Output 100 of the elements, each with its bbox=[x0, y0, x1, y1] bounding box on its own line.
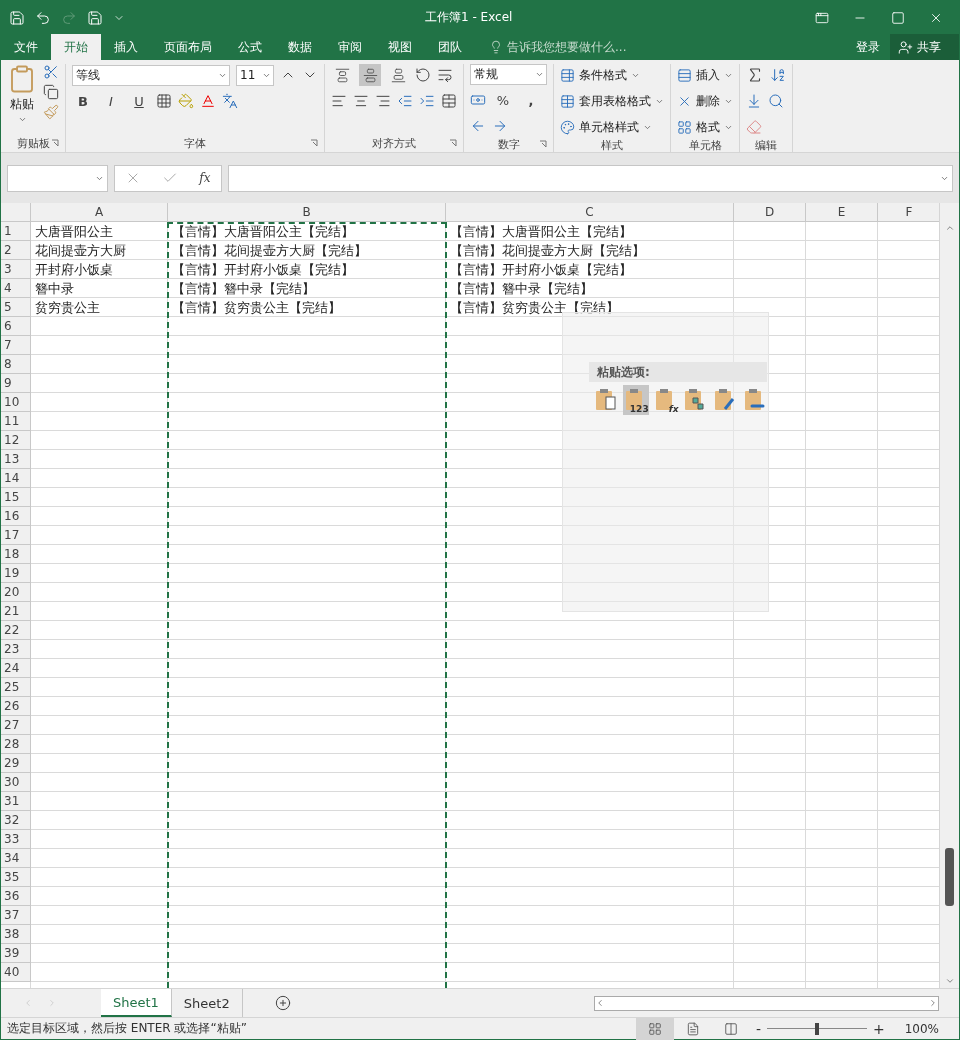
share-button[interactable]: 共享 bbox=[890, 34, 959, 60]
cells-button[interactable]: 格式 bbox=[677, 116, 733, 138]
scroll-thumb[interactable] bbox=[945, 848, 954, 906]
font-color-icon[interactable] bbox=[200, 93, 216, 109]
sort-icon[interactable] bbox=[770, 67, 786, 83]
row-header[interactable]: 5 bbox=[1, 298, 31, 317]
new-sheet-icon[interactable] bbox=[274, 995, 291, 1011]
row-header[interactable]: 10 bbox=[1, 393, 31, 412]
search-icon[interactable] bbox=[768, 93, 784, 109]
undo-icon[interactable] bbox=[35, 9, 51, 26]
row-header[interactable]: 7 bbox=[1, 336, 31, 355]
percent-button[interactable]: % bbox=[492, 89, 514, 111]
increase-decimal-icon[interactable] bbox=[470, 118, 486, 134]
menu-tab[interactable]: 审阅 bbox=[325, 34, 375, 60]
zoom-in-button[interactable]: + bbox=[866, 1020, 891, 1037]
caret-icon[interactable] bbox=[535, 70, 544, 79]
row-header[interactable]: 18 bbox=[1, 545, 31, 564]
decrease-indent-icon[interactable] bbox=[397, 93, 413, 109]
row-header[interactable]: 12 bbox=[1, 431, 31, 450]
row-header[interactable]: 21 bbox=[1, 602, 31, 621]
scissors-icon[interactable] bbox=[43, 64, 59, 80]
paste-option-button[interactable]: 123 bbox=[622, 385, 649, 415]
cells-button[interactable]: 插入 bbox=[677, 64, 733, 86]
menu-tab[interactable]: 团队 bbox=[425, 34, 475, 60]
sheet-tab[interactable]: Sheet1 bbox=[101, 989, 172, 1017]
paste-option-button[interactable]: fx bbox=[652, 385, 679, 415]
horizontal-scrollbar[interactable] bbox=[594, 995, 939, 1011]
currency-icon[interactable] bbox=[470, 92, 486, 108]
column-header[interactable]: D bbox=[734, 203, 806, 222]
merge-icon[interactable] bbox=[441, 93, 457, 109]
menu-tab[interactable]: 视图 bbox=[375, 34, 425, 60]
row-header[interactable]: 36 bbox=[1, 887, 31, 906]
row-header[interactable]: 39 bbox=[1, 944, 31, 963]
row-header[interactable]: 9 bbox=[1, 374, 31, 393]
number-format-field[interactable]: 常规 bbox=[470, 64, 547, 85]
row-header[interactable]: 40 bbox=[1, 963, 31, 982]
row-header[interactable]: 8 bbox=[1, 355, 31, 374]
phonetic-icon[interactable] bbox=[222, 93, 238, 109]
font-size-field[interactable]: 11 bbox=[236, 64, 274, 86]
comma-button[interactable]: , bbox=[520, 89, 542, 111]
menu-tab[interactable]: 开始 bbox=[51, 34, 101, 60]
borders-icon[interactable] bbox=[156, 93, 172, 109]
row-header[interactable]: 27 bbox=[1, 716, 31, 735]
italic-button[interactable]: I bbox=[100, 90, 122, 112]
orientation-icon[interactable] bbox=[415, 67, 431, 83]
vertical-align-button[interactable] bbox=[359, 64, 381, 86]
row-header[interactable]: 6 bbox=[1, 317, 31, 336]
styles-button[interactable]: 套用表格格式 bbox=[560, 90, 664, 112]
row-header[interactable]: 26 bbox=[1, 697, 31, 716]
row-header[interactable]: 4 bbox=[1, 279, 31, 298]
column-header[interactable]: C bbox=[446, 203, 734, 222]
bold-button[interactable]: B bbox=[72, 90, 94, 112]
column-header[interactable]: F bbox=[878, 203, 940, 222]
zoom-out-button[interactable]: - bbox=[749, 1020, 767, 1037]
save-as-icon[interactable] bbox=[87, 9, 103, 26]
dialog-launcher-icon[interactable] bbox=[51, 138, 59, 147]
menu-tab[interactable]: 页面布局 bbox=[151, 34, 225, 60]
cells-button[interactable]: 删除 bbox=[677, 90, 733, 112]
font-name-field[interactable]: 等线 bbox=[72, 64, 230, 86]
row-header[interactable]: 24 bbox=[1, 659, 31, 678]
row-header[interactable]: 32 bbox=[1, 811, 31, 830]
dialog-launcher-icon[interactable] bbox=[310, 138, 318, 147]
row-header[interactable]: 37 bbox=[1, 906, 31, 925]
row-header[interactable]: 14 bbox=[1, 469, 31, 488]
row-header[interactable]: 13 bbox=[1, 450, 31, 469]
menu-tab[interactable]: 公式 bbox=[225, 34, 275, 60]
row-header[interactable]: 17 bbox=[1, 526, 31, 545]
caret-icon[interactable] bbox=[17, 115, 27, 124]
dialog-launcher-icon[interactable] bbox=[449, 138, 457, 147]
align-center-icon[interactable] bbox=[353, 93, 369, 109]
styles-button[interactable]: 条件格式 bbox=[560, 64, 664, 86]
tell-me-field[interactable]: 告诉我您想要做什么... bbox=[507, 38, 627, 56]
align-right-icon[interactable] bbox=[375, 93, 391, 109]
row-header[interactable]: 16 bbox=[1, 507, 31, 526]
row-header[interactable]: 15 bbox=[1, 488, 31, 507]
decrease-decimal-icon[interactable] bbox=[492, 118, 508, 134]
row-header[interactable]: 29 bbox=[1, 754, 31, 773]
maximize-icon[interactable] bbox=[891, 10, 905, 25]
row-header[interactable]: 1 bbox=[1, 222, 31, 241]
row-header[interactable]: 25 bbox=[1, 678, 31, 697]
underline-button[interactable]: U bbox=[128, 90, 150, 112]
scroll-up-icon[interactable] bbox=[944, 223, 955, 233]
copy-icon[interactable] bbox=[43, 84, 59, 100]
fill-icon[interactable] bbox=[746, 93, 762, 109]
fill-color-icon[interactable] bbox=[178, 93, 194, 109]
row-header[interactable]: 38 bbox=[1, 925, 31, 944]
insert-function-button[interactable]: fx bbox=[199, 171, 211, 185]
eraser-icon[interactable] bbox=[746, 119, 762, 135]
increase-indent-icon[interactable] bbox=[419, 93, 435, 109]
row-header[interactable]: 23 bbox=[1, 640, 31, 659]
scroll-down-icon[interactable] bbox=[944, 976, 955, 986]
zoom-thumb[interactable] bbox=[814, 1022, 819, 1035]
wrap-text-icon[interactable] bbox=[437, 67, 453, 83]
column-header[interactable]: B bbox=[168, 203, 446, 222]
view-button[interactable] bbox=[635, 1017, 674, 1040]
row-header[interactable]: 22 bbox=[1, 621, 31, 640]
row-header[interactable]: 2 bbox=[1, 241, 31, 260]
column-header[interactable]: A bbox=[31, 203, 168, 222]
row-header[interactable]: 31 bbox=[1, 792, 31, 811]
row-header[interactable]: 19 bbox=[1, 564, 31, 583]
